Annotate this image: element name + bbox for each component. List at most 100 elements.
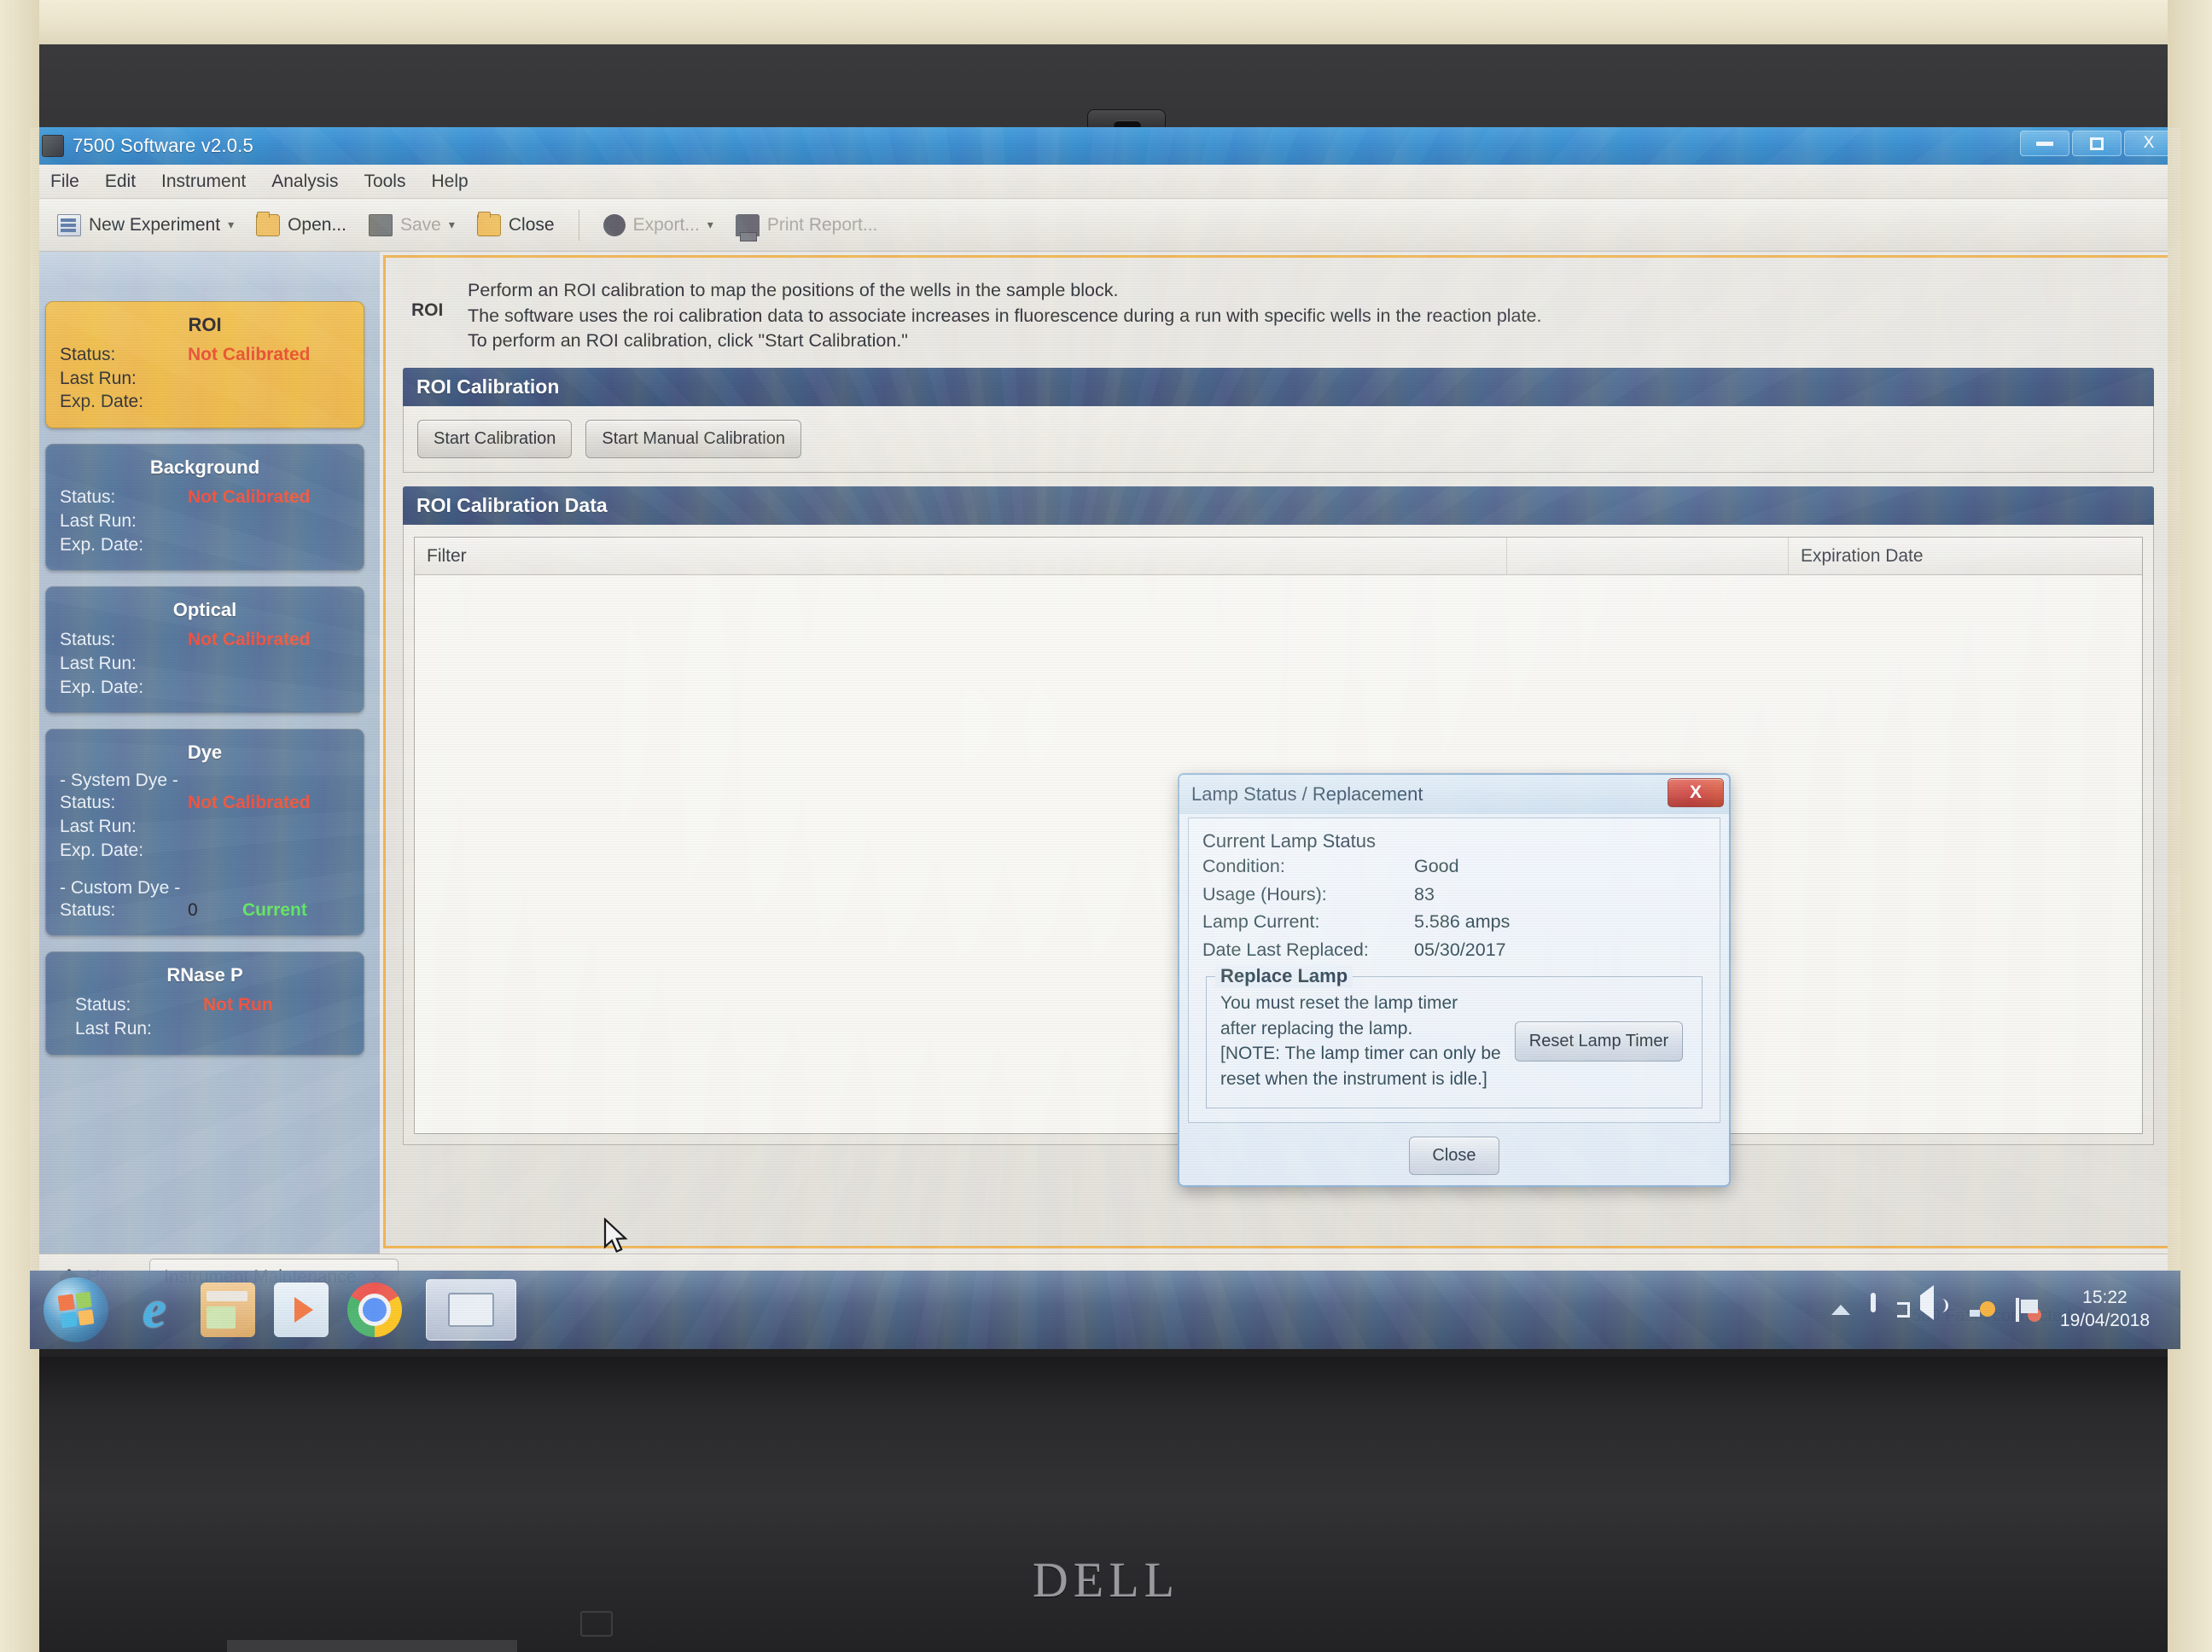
- menu-item-help[interactable]: Help: [431, 172, 468, 192]
- save-button[interactable]: Save ▾: [362, 211, 462, 240]
- window-title: 7500 Software v2.0.5: [73, 135, 253, 156]
- clock-time: 15:22: [2082, 1288, 2128, 1308]
- usage-hours-row: Usage (Hours): 83: [1202, 881, 1706, 909]
- roi-calibration-section: ROI Calibration Start Calibration Start …: [403, 367, 2154, 473]
- usage-hours-label: Usage (Hours):: [1202, 883, 1327, 905]
- close-button[interactable]: X: [2124, 131, 2174, 156]
- dye-panel-title: Dye: [187, 742, 223, 764]
- chevron-down-icon[interactable]: ▾: [228, 218, 234, 232]
- calibration-button-row: Start Calibration Start Manual Calibrati…: [417, 419, 2139, 458]
- optical-lastrun-row: Last Run:: [60, 652, 350, 676]
- print-report-button[interactable]: Print Report...: [729, 211, 885, 241]
- roi-expdate-row: Exp. Date:: [60, 390, 350, 414]
- lamp-current-row: Lamp Current: 5.586 amps: [1202, 908, 1706, 936]
- condition-label: Condition:: [1202, 856, 1285, 876]
- internet-explorer-icon[interactable]: e: [127, 1283, 182, 1337]
- windows-media-player-icon[interactable]: [274, 1283, 329, 1337]
- menu-item-file[interactable]: File: [50, 172, 79, 192]
- volume-icon[interactable]: [1919, 1285, 1949, 1324]
- roi-description-tag: ROI: [411, 300, 444, 320]
- column-header-blank[interactable]: [1507, 537, 1789, 574]
- usage-hours-value: 83: [1414, 883, 1435, 905]
- new-experiment-label: New Experiment: [89, 214, 221, 235]
- sidebar-item-optical[interactable]: Optical Status: Not Calibrated Last Run:…: [45, 586, 364, 714]
- replace-lamp-legend: Replace Lamp: [1215, 964, 1353, 987]
- laptop-screen: 7500 Software v2.0.5 X File Edit Instrum…: [30, 127, 2180, 1349]
- export-label: Export...: [632, 214, 700, 235]
- table-header-row: Filter Expiration Date: [415, 537, 2142, 575]
- main-content-pane: ROI Perform an ROI calibration to map th…: [383, 255, 2175, 1248]
- rnasep-status-value: Not Run: [203, 995, 273, 1015]
- roi-status-value: Not Calibrated: [188, 345, 311, 364]
- wall-right-edge: [2168, 0, 2212, 1652]
- dye-status-label: Status:: [60, 793, 116, 813]
- sidebar-item-background[interactable]: Background Status: Not Calibrated Last R…: [45, 444, 364, 572]
- new-experiment-icon: [57, 213, 81, 236]
- save-chevron-down-icon[interactable]: ▾: [449, 218, 455, 232]
- column-header-expiration-date[interactable]: Expiration Date: [1789, 538, 2142, 574]
- close-label: Close: [508, 214, 555, 235]
- export-chevron-down-icon[interactable]: ▾: [707, 218, 713, 232]
- minimize-button[interactable]: [2020, 131, 2069, 156]
- dialog-close-button[interactable]: Close: [1409, 1136, 1499, 1175]
- sidebar-item-dye[interactable]: Dye - System Dye - Status: Not Calibrate…: [45, 729, 364, 937]
- reset-lamp-timer-button[interactable]: Reset Lamp Timer: [1514, 1021, 1684, 1062]
- google-chrome-icon[interactable]: [347, 1283, 402, 1337]
- start-orb-icon[interactable]: [44, 1277, 108, 1342]
- dialog-content: Current Lamp Status Condition: Good Usag…: [1188, 817, 1720, 1175]
- dye-status-row: Status: Not Calibrated: [60, 791, 350, 815]
- close-experiment-button[interactable]: Close: [470, 211, 562, 240]
- menu-item-tools[interactable]: Tools: [364, 172, 405, 192]
- date-last-replaced-label: Date Last Replaced:: [1202, 939, 1369, 961]
- roi-calibration-data-header: ROI Calibration Data: [403, 486, 2154, 525]
- optical-status-row: Status: Not Calibrated: [60, 628, 350, 652]
- roi-description-block: ROI Perform an ROI calibration to map th…: [396, 266, 2161, 363]
- open-button[interactable]: Open...: [249, 211, 353, 240]
- action-center-flag-icon[interactable]: [2015, 1298, 2041, 1322]
- show-hidden-icons-icon[interactable]: [1831, 1305, 1850, 1315]
- menu-bar: File Edit Instrument Analysis Tools Help: [30, 165, 2180, 199]
- windows-flag-icon: [57, 1291, 95, 1329]
- restore-button[interactable]: [2072, 131, 2122, 156]
- background-expdate-row: Exp. Date:: [60, 533, 350, 557]
- column-header-filter[interactable]: Filter: [415, 537, 1507, 574]
- tool-bar: New Experiment ▾ Open... Save ▾ Close Ex…: [30, 199, 2180, 252]
- network-icon[interactable]: [1969, 1300, 1995, 1320]
- export-icon: [602, 213, 626, 236]
- menu-item-instrument[interactable]: Instrument: [161, 172, 246, 192]
- optical-status-label: Status:: [60, 630, 116, 650]
- new-experiment-button[interactable]: New Experiment ▾: [50, 211, 241, 240]
- roi-description-text: Perform an ROI calibration to map the po…: [468, 278, 1541, 354]
- dialog-close-icon[interactable]: X: [1668, 778, 1724, 807]
- export-button[interactable]: Export... ▾: [597, 211, 720, 240]
- sidebar-item-roi[interactable]: ROI Status: Not Calibrated Last Run: Exp…: [45, 301, 364, 429]
- windows-explorer-icon[interactable]: [201, 1283, 255, 1337]
- background-status-value: Not Calibrated: [188, 487, 311, 508]
- start-calibration-button[interactable]: Start Calibration: [417, 419, 573, 458]
- lamp-current-label: Lamp Current:: [1202, 911, 1320, 933]
- save-label: Save: [399, 214, 441, 235]
- taskbar-clock[interactable]: 15:22 19/04/2018: [2060, 1287, 2162, 1333]
- mouse-cursor: [603, 1218, 628, 1254]
- start-manual-calibration-button[interactable]: Start Manual Calibration: [585, 419, 801, 458]
- app-icon: [42, 135, 64, 157]
- roi-lastrun-label: Last Run:: [60, 368, 137, 388]
- roi-status-label: Status:: [60, 345, 116, 364]
- wall-left-edge: [0, 0, 39, 1652]
- sidebar-item-rnase-p[interactable]: RNase P Status: Not Run Last Run:: [45, 951, 364, 1056]
- custom-dye-status-label: Status:: [60, 899, 116, 920]
- photo-environment: 7500 Software v2.0.5 X File Edit Instrum…: [0, 0, 2212, 1652]
- dialog-footer: Close: [1188, 1136, 1720, 1175]
- dye-lastrun-label: Last Run:: [60, 817, 137, 837]
- menu-item-analysis[interactable]: Analysis: [271, 172, 338, 192]
- dialog-title-bar: Lamp Status / Replacement X: [1179, 775, 1729, 814]
- roi-description-line-3: To perform an ROI calibration, click "St…: [468, 330, 908, 352]
- folder-close-icon: [476, 211, 501, 236]
- menu-item-edit[interactable]: Edit: [105, 172, 136, 192]
- roi-expdate-label: Exp. Date:: [60, 392, 144, 412]
- taskbar-active-window-7500-software[interactable]: [426, 1279, 516, 1341]
- roi-panel-title: ROI: [188, 314, 222, 335]
- lamp-current-value: 5.586 amps: [1414, 911, 1511, 933]
- power-plug-icon[interactable]: [1870, 1293, 1900, 1324]
- background-panel-title: Background: [149, 457, 260, 479]
